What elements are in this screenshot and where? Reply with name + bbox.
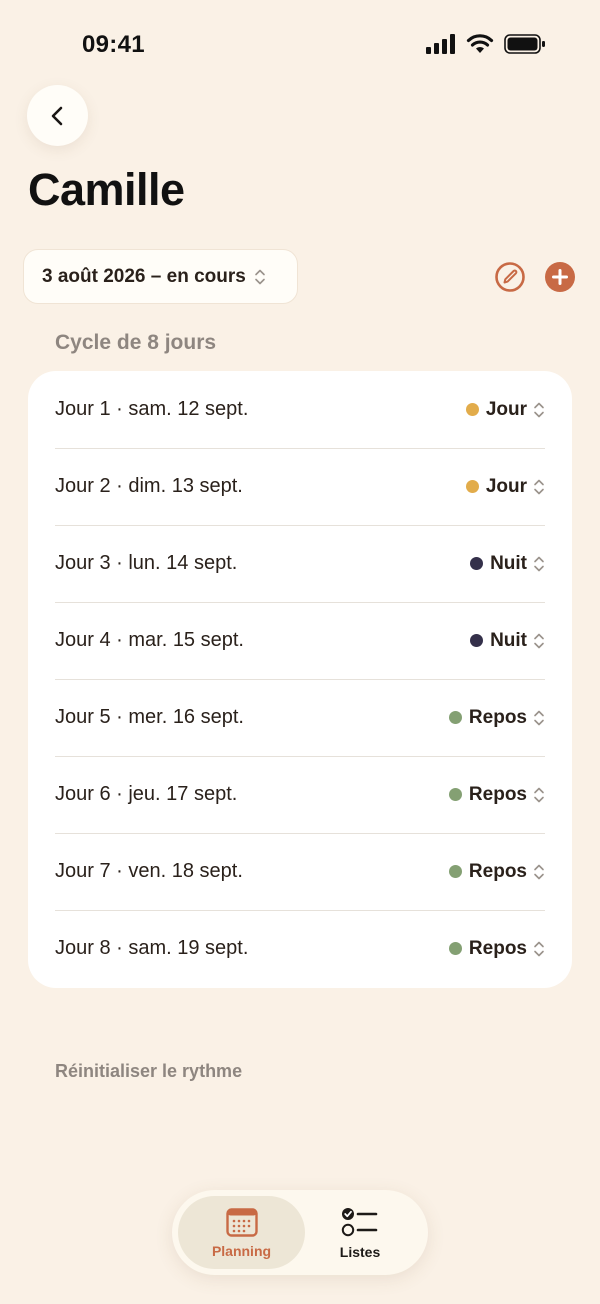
back-button[interactable]: [27, 85, 88, 146]
tab-listes-label: Listes: [339, 1243, 381, 1260]
shift-color-dot: [465, 403, 479, 416]
chevron-updown-icon: [533, 632, 545, 650]
pencil-circle-icon: [495, 262, 525, 292]
cycle-day-row[interactable]: Jour 6 · jeu. 17 sept. Repos: [55, 756, 545, 834]
shift-selector[interactable]: Repos: [448, 783, 545, 806]
shift-color-dot: [448, 942, 462, 955]
cycle-day-row[interactable]: Jour 7 · ven. 18 sept. Repos: [55, 833, 545, 911]
chevron-updown-icon: [533, 786, 545, 804]
chevron-updown-icon: [533, 401, 545, 419]
day-label: Jour 5 · mer. 16 sept.: [55, 706, 244, 728]
plus-circle-icon: [545, 262, 575, 292]
shift-label: Repos: [468, 860, 527, 882]
tab-planning-label: Planning: [211, 1242, 272, 1259]
tab-planning[interactable]: Planning: [178, 1196, 305, 1269]
shift-selector[interactable]: Nuit: [470, 553, 545, 575]
cycle-day-row[interactable]: Jour 8 · sam. 19 sept. Repos: [55, 910, 545, 987]
status-bar: 09:41: [0, 0, 600, 88]
day-label: Jour 8 · sam. 19 sept.: [55, 937, 249, 959]
signal-icon: [426, 34, 455, 54]
day-label: Jour 2 · dim. 13 sept.: [55, 475, 243, 497]
tab-bar: Planning Listes: [172, 1190, 428, 1275]
day-label: Jour 1 · sam. 12 sept.: [55, 398, 249, 420]
wifi-icon: [466, 34, 494, 53]
day-label: Jour 7 · ven. 18 sept.: [55, 860, 243, 882]
add-button[interactable]: [544, 261, 576, 293]
shift-selector[interactable]: Jour: [465, 475, 545, 498]
reset-rhythm-button[interactable]: Réinitialiser le rythme: [55, 1061, 242, 1082]
shift-selector[interactable]: Repos: [448, 860, 545, 883]
calendar-icon: [225, 1207, 258, 1237]
shift-selector[interactable]: Repos: [448, 937, 545, 960]
chevron-updown-icon: [533, 863, 545, 881]
cycle-day-row[interactable]: Jour 4 · mar. 15 sept. Nuit: [55, 602, 545, 680]
cycle-day-row[interactable]: Jour 1 · sam. 12 sept. Jour: [55, 371, 545, 449]
shift-label: Jour: [485, 475, 527, 497]
shift-label: Nuit: [490, 629, 527, 651]
shift-selector[interactable]: Nuit: [470, 630, 545, 652]
cycle-section-title: Cycle de 8 jours: [55, 331, 217, 354]
day-label: Jour 4 · mar. 15 sept.: [55, 629, 244, 651]
tab-listes[interactable]: Listes: [305, 1196, 415, 1269]
chevron-updown-icon: [533, 555, 545, 573]
shift-color-dot: [465, 480, 479, 493]
day-label: Jour 3 · lun. 14 sept.: [55, 552, 238, 574]
date-range-label: 3 août 2026 – en cours: [42, 265, 246, 287]
cycle-day-row[interactable]: Jour 5 · mer. 16 sept. Repos: [55, 679, 545, 757]
status-icons: [426, 34, 546, 54]
shift-label: Repos: [468, 706, 527, 728]
status-time: 09:41: [82, 31, 145, 58]
shift-label: Repos: [468, 937, 527, 959]
chevron-updown-icon: [533, 709, 545, 727]
shift-color-dot: [470, 634, 484, 647]
shift-selector[interactable]: Jour: [465, 398, 545, 421]
shift-label: Repos: [468, 783, 527, 805]
checklist-icon: [341, 1207, 378, 1236]
battery-icon: [504, 34, 545, 54]
chevron-updown-icon: [254, 268, 266, 286]
chevron-updown-icon: [533, 940, 545, 958]
day-label: Jour 6 · jeu. 17 sept.: [55, 783, 238, 805]
cycle-day-row[interactable]: Jour 2 · dim. 13 sept. Jour: [55, 448, 545, 526]
shift-label: Nuit: [490, 552, 527, 574]
chevron-left-icon: [51, 106, 62, 125]
cycle-list: Jour 1 · sam. 12 sept. Jour Jour 2 · dim…: [28, 371, 572, 988]
chevron-updown-icon: [533, 478, 545, 496]
shift-color-dot: [448, 788, 462, 801]
shift-color-dot: [470, 557, 484, 570]
shift-color-dot: [448, 865, 462, 878]
date-range-picker[interactable]: 3 août 2026 – en cours: [23, 249, 298, 304]
edit-button[interactable]: [494, 261, 526, 293]
shift-color-dot: [448, 711, 462, 724]
shift-label: Jour: [485, 398, 527, 420]
cycle-day-row[interactable]: Jour 3 · lun. 14 sept. Nuit: [55, 525, 545, 603]
shift-selector[interactable]: Repos: [448, 706, 545, 729]
page-title: Camille: [28, 164, 185, 215]
